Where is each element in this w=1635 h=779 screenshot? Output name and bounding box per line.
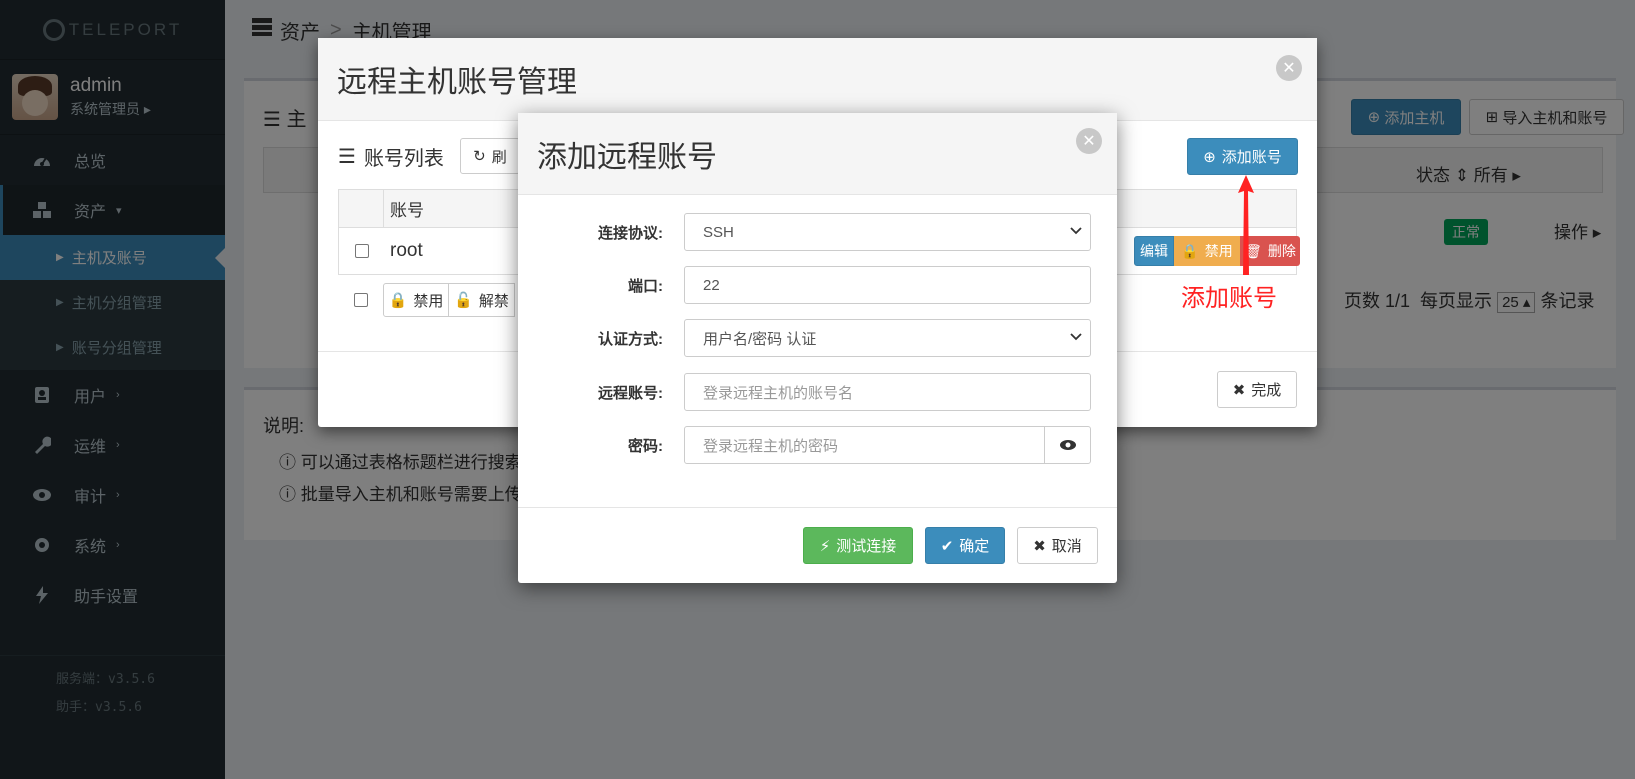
done-button[interactable]: ✖ 完成 [1217,371,1297,408]
select-all-checkbox[interactable] [353,293,368,307]
password-input[interactable]: 登录远程主机的密码 [684,426,1045,464]
modal-title: 远程主机账号管理 [318,38,1317,121]
eye-icon [1059,440,1076,450]
disable-button[interactable]: 🔒 禁用 [1174,236,1240,266]
bulk-actions: 🔒 禁用 🔓 解禁 [338,283,515,317]
port-input[interactable]: 22 [684,266,1091,304]
row-checkbox[interactable] [354,244,369,258]
account-name: root [390,240,423,261]
annotation-label: 添加账号 [1181,285,1277,312]
close-icon[interactable]: ✕ [1276,55,1302,81]
show-password-button[interactable] [1044,426,1091,464]
test-connection-button[interactable]: ⚡ 测试连接 [803,527,913,564]
chevron-down-icon [1070,333,1082,341]
account-row: 远程账号: 登录远程主机的账号名 [518,373,1117,411]
auth-select[interactable]: 用户名/密码 认证 [684,319,1091,357]
account-input[interactable]: 登录远程主机的账号名 [684,373,1091,411]
dialog-title: 添加远程账号 [518,113,1117,195]
protocol-row: 连接协议: SSH [518,213,1117,251]
refresh-button[interactable]: ↻ 刷 [459,138,520,174]
cancel-button[interactable]: ✖ 取消 [1017,527,1098,564]
list-icon: ☰ [338,145,356,168]
close-icon[interactable]: ✕ [1076,128,1102,154]
edit-button[interactable]: 编辑 [1134,236,1174,266]
account-label: 远程账号: [598,384,663,402]
add-account-button[interactable]: ⊕ 添加账号 [1187,138,1298,175]
dialog-footer: ⚡ 测试连接 ✔ 确定 ✖ 取消 [518,507,1117,583]
account-list-toolbar: ☰ 账号列表 ↻ 刷 [338,138,520,174]
port-row: 端口: 22 [518,266,1117,304]
chevron-down-icon [1070,227,1082,235]
bulk-disable-button[interactable]: 🔒 禁用 [383,283,449,317]
auth-label: 认证方式: [598,330,663,348]
account-list-title: 账号列表 [363,147,444,170]
confirm-button[interactable]: ✔ 确定 [925,527,1005,564]
add-account-dialog: 添加远程账号 ✕ 连接协议: SSH 端口: 22 认证方式: 用户名/密码 认… [518,113,1117,583]
protocol-label: 连接协议: [598,224,663,242]
column-header-account[interactable]: 账号 [384,196,424,221]
auth-row: 认证方式: 用户名/密码 认证 [518,319,1117,357]
password-label: 密码: [628,437,663,455]
red-arrow-annotation [1238,175,1254,275]
port-label: 端口: [628,277,663,295]
password-row: 密码: 登录远程主机的密码 [518,426,1117,464]
bulk-unlock-button[interactable]: 🔓 解禁 [449,283,515,317]
protocol-select[interactable]: SSH [684,213,1091,251]
